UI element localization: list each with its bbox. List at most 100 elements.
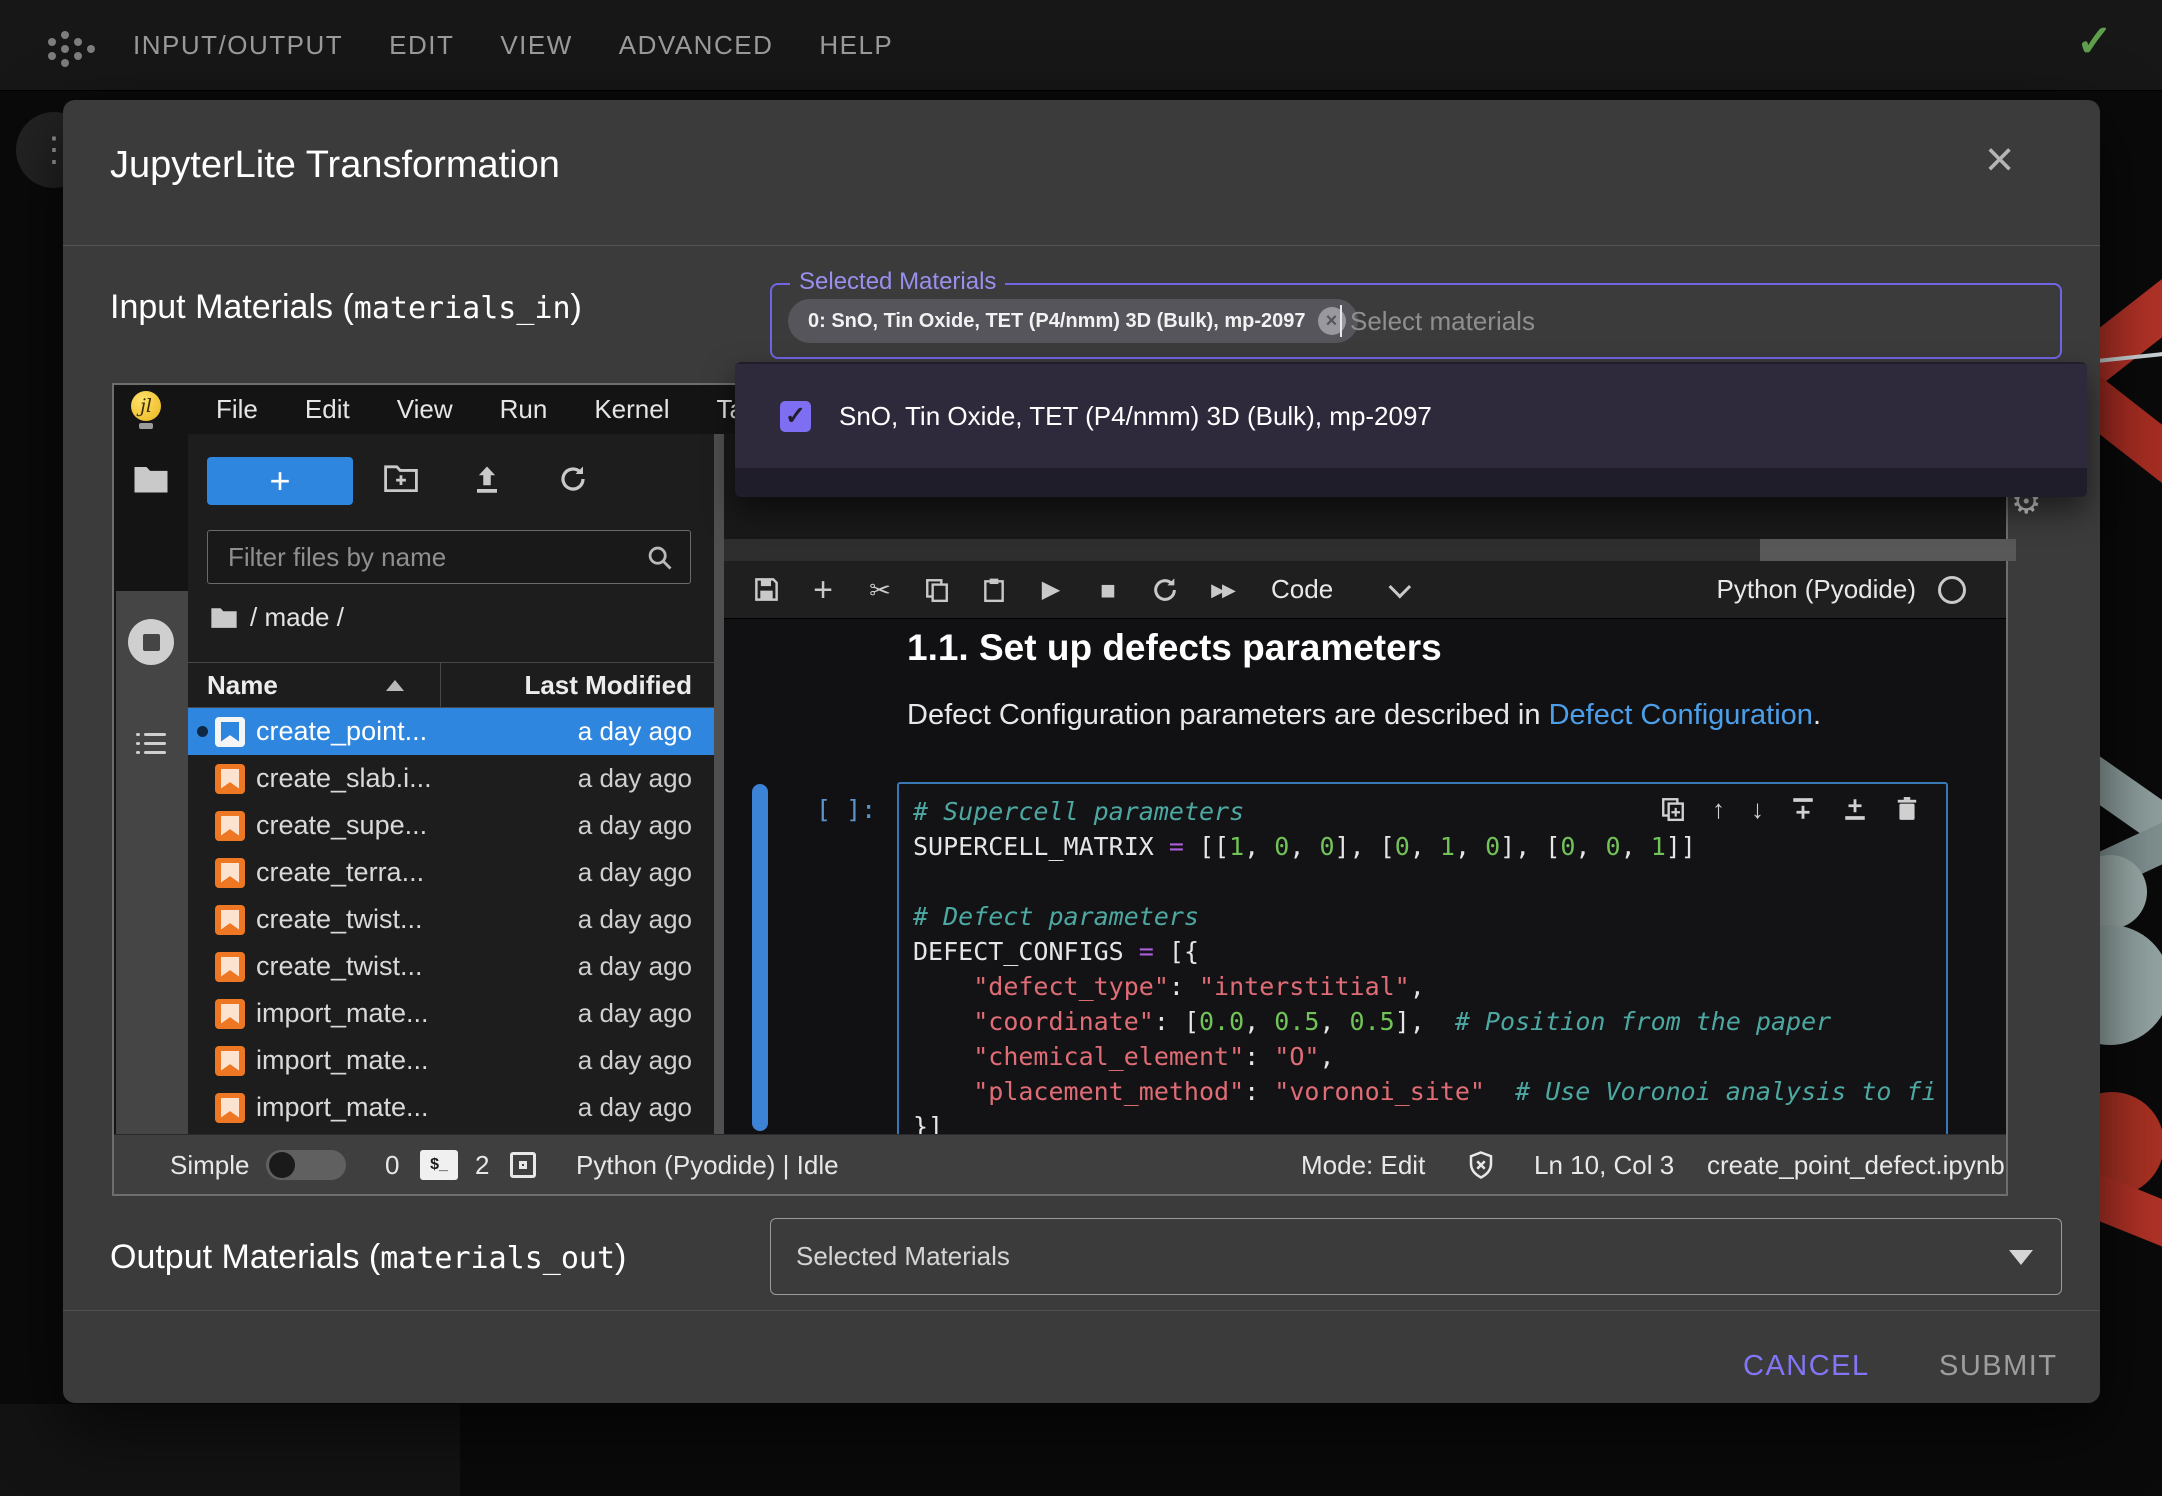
cpu-chip-icon[interactable]	[510, 1135, 536, 1195]
checkbox-checked-icon[interactable]: ✓	[780, 401, 811, 432]
insert-cell-below-icon[interactable]	[1842, 796, 1868, 822]
column-last-modified[interactable]: Last Modified	[524, 670, 692, 701]
kernel-status-text[interactable]: Python (Pyodide) | Idle	[576, 1135, 839, 1195]
kernel-name[interactable]: Python (Pyodide)	[1717, 574, 1916, 605]
table-of-contents-tab[interactable]	[114, 732, 188, 756]
jupyterlite-logo-icon: jl	[130, 391, 162, 429]
simple-mode-toggle[interactable]	[266, 1135, 346, 1195]
menu-help[interactable]: HELP	[819, 30, 893, 61]
sort-asc-icon	[386, 680, 404, 691]
save-icon[interactable]	[751, 576, 781, 603]
file-modified: a day ago	[578, 716, 692, 747]
menu-input-output[interactable]: INPUT/OUTPUT	[133, 30, 343, 61]
menu-advanced[interactable]: ADVANCED	[619, 30, 774, 61]
material-option[interactable]: ✓ SnO, Tin Oxide, TET (P4/nmm) 3D (Bulk)…	[735, 364, 2087, 468]
notebook-file-icon	[215, 1093, 245, 1123]
cancel-button[interactable]: CANCEL	[1725, 1338, 1888, 1395]
file-row[interactable]: create_slab.i...a day ago	[188, 755, 714, 802]
defect-configuration-link[interactable]: Defect Configuration	[1549, 699, 1813, 731]
notebook-file-icon	[215, 1046, 245, 1076]
running-dot-icon	[197, 726, 208, 737]
copy-cells-icon[interactable]	[922, 577, 952, 603]
jlab-menu-view[interactable]: View	[397, 394, 453, 425]
active-filename: create_point_defect.ipynb	[1707, 1135, 2005, 1195]
active-cell-collapser[interactable]	[752, 784, 768, 1131]
material-chip-label: 0: SnO, Tin Oxide, TET (P4/nmm) 3D (Bulk…	[808, 310, 1306, 333]
check-icon[interactable]: ✓	[2076, 16, 2113, 67]
input-materials-label: Input Materials (materials_in)	[110, 288, 582, 327]
run-cell-icon[interactable]: ▶	[1036, 578, 1066, 602]
file-browser-tab[interactable]	[114, 464, 188, 494]
menu-edit[interactable]: EDIT	[389, 30, 454, 61]
jlab-menu-file[interactable]: File	[216, 394, 258, 425]
notebook-heading: 1.1. Set up defects parameters	[907, 627, 1442, 669]
shield-x-icon[interactable]	[1466, 1135, 1496, 1195]
file-row[interactable]: import_mate...a day ago	[188, 990, 714, 1037]
paste-cells-icon[interactable]	[979, 577, 1009, 603]
panel-splitter[interactable]	[714, 434, 724, 1134]
notebook-file-icon	[215, 905, 245, 935]
notebook-toolbar: + ✂ ▶ ■ ▶▶ Code Python (	[724, 561, 2006, 619]
file-modified: a day ago	[578, 1092, 692, 1123]
jlab-menu-kernel[interactable]: Kernel	[594, 394, 669, 425]
delete-cell-icon[interactable]	[1894, 796, 1920, 822]
stop-circle-icon	[128, 619, 174, 665]
output-materials-label: Output Materials (materials_out)	[110, 1238, 626, 1277]
insert-cell-above-icon[interactable]	[1790, 796, 1816, 822]
file-row[interactable]: create_supe...a day ago	[188, 802, 714, 849]
file-row[interactable]: import_mate...a day ago	[188, 1084, 714, 1131]
new-folder-icon[interactable]	[384, 464, 418, 492]
terminal-icon[interactable]: $_	[420, 1135, 458, 1195]
jlab-menu-run[interactable]: Run	[500, 394, 548, 425]
stop-kernel-icon[interactable]: ■	[1093, 577, 1123, 603]
cut-cells-icon[interactable]: ✂	[865, 577, 895, 603]
file-row[interactable]: create_twist...a day ago	[188, 943, 714, 990]
file-row[interactable]: create_twist...a day ago	[188, 896, 714, 943]
jlab-menu-edit[interactable]: Edit	[305, 394, 350, 425]
duplicate-cell-icon[interactable]	[1660, 796, 1686, 822]
file-modified: a day ago	[578, 951, 692, 982]
code-cell[interactable]: # Supercell parametersSUPERCELL_MATRIX =…	[897, 782, 1948, 1134]
close-icon[interactable]: ×	[1985, 134, 2014, 184]
new-launcher-button[interactable]: +	[207, 457, 353, 505]
running-kernels-tab[interactable]	[114, 619, 188, 665]
upload-icon[interactable]	[472, 464, 502, 494]
breadcrumb[interactable]: / made /	[210, 602, 344, 633]
kernel-status-icon[interactable]	[1938, 576, 1966, 604]
breadcrumb-path: / made /	[250, 602, 344, 633]
file-modified: a day ago	[578, 763, 692, 794]
cursor-position[interactable]: Ln 10, Col 3	[1534, 1135, 1674, 1195]
submit-button[interactable]: SUBMIT	[1921, 1338, 2076, 1395]
move-cell-up-icon[interactable]: ↑	[1712, 796, 1725, 822]
menu-view[interactable]: VIEW	[500, 30, 572, 61]
output-materials-dropdown[interactable]: Selected Materials	[770, 1218, 2062, 1295]
jupyterlab-statusbar: Simple 0 $_ 2 Python (Pyodide) | Idle Mo…	[114, 1134, 2006, 1194]
materials-dropdown: ✓ SnO, Tin Oxide, TET (P4/nmm) 3D (Bulk)…	[735, 362, 2087, 497]
crystal-structure-viewer	[2098, 230, 2162, 1290]
file-row[interactable]: import_mate...a day ago	[188, 1037, 714, 1084]
code-line: DEFECT_CONFIGS = [{	[913, 934, 1946, 969]
app-logo-icon[interactable]	[48, 24, 98, 68]
restart-run-all-icon[interactable]: ▶▶	[1207, 581, 1237, 599]
notebook-file-icon	[215, 858, 245, 888]
file-row[interactable]: create_terra...a day ago	[188, 849, 714, 896]
insert-cell-icon[interactable]: +	[808, 573, 838, 607]
background-panel	[0, 1404, 460, 1496]
refresh-icon[interactable]	[558, 464, 588, 494]
cell-type-select[interactable]: Code	[1271, 574, 1333, 605]
code-line: "placement_method": "voronoi_site" # Use…	[913, 1074, 1946, 1109]
restart-kernel-icon[interactable]	[1150, 576, 1180, 604]
file-row[interactable]: create_point...a day ago	[188, 708, 714, 755]
notebook-content: 1.1. Set up defects parameters Defect Co…	[724, 619, 2006, 1134]
file-name: create_terra...	[256, 857, 424, 888]
simple-mode-label: Simple	[170, 1135, 249, 1195]
jupyterlite-transformation-dialog: JupyterLite Transformation × Input Mater…	[63, 100, 2100, 1403]
mode-indicator: Mode: Edit	[1301, 1135, 1425, 1195]
file-list-header: Name Last Modified	[188, 662, 714, 708]
material-chip[interactable]: 0: SnO, Tin Oxide, TET (P4/nmm) 3D (Bulk…	[788, 299, 1358, 343]
code-line: "defect_type": "interstitial",	[913, 969, 1946, 1004]
column-name[interactable]: Name	[207, 670, 278, 701]
move-cell-down-icon[interactable]: ↓	[1751, 796, 1764, 822]
chevron-down-icon[interactable]	[1389, 575, 1412, 598]
filter-files-input[interactable]	[208, 531, 690, 583]
